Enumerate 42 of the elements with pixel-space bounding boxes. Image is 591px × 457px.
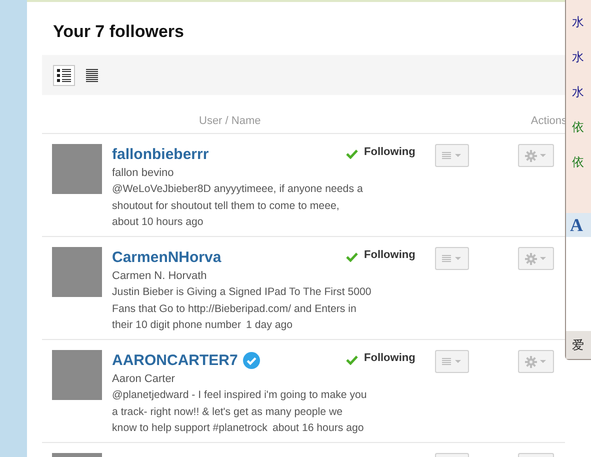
- following-status: Following: [364, 146, 416, 158]
- gear-caret-icon: [525, 356, 547, 368]
- detailed-view-button[interactable]: [53, 64, 75, 86]
- lines-icon: [86, 68, 98, 82]
- column-header: Actions: [530, 115, 567, 127]
- side-panel-item[interactable]: 水: [566, 50, 591, 85]
- following-status: Following: [364, 249, 416, 261]
- check-icon: [346, 149, 358, 159]
- list-caret-icon: [442, 254, 462, 264]
- side-panel-item[interactable]: 依: [566, 120, 591, 155]
- avatar-placeholder: [52, 144, 102, 194]
- tweet-text: Justin Bieber is Giving a Signed IPad To The First 5000 Fans that Go to http://Bieberipad.com/ and Enters in their 10 digit phone number 1 day ago: [112, 285, 372, 333]
- list-caret-icon: [442, 150, 462, 160]
- gear-caret-icon: [525, 252, 547, 264]
- list-menu-button[interactable]: [435, 144, 469, 167]
- bulleted-list-icon: [57, 68, 71, 82]
- check-icon: [346, 355, 358, 365]
- screen-name-link[interactable]: CarmenNHorva: [112, 248, 222, 266]
- list-caret-icon: [442, 356, 462, 366]
- gear-caret-icon: [525, 150, 547, 162]
- list-menu-button[interactable]: [435, 247, 469, 270]
- full-name: Carmen N. Horvath: [112, 269, 208, 284]
- side-panel-item[interactable]: 水: [566, 15, 591, 50]
- avatar-placeholder: [52, 247, 102, 297]
- tweet-text: @planetjedward - I feel inspired i'm going to make you a track- right now!! & let's get as many people we know to help support #planetrock about 16 hours ago: [112, 388, 368, 436]
- settings-menu-button[interactable]: [518, 350, 554, 373]
- side-panel-footer-text: 爱: [572, 336, 584, 354]
- settings-menu-button[interactable]: [518, 247, 554, 270]
- screen-name-link[interactable]: fallonbieberrr: [112, 146, 209, 162]
- full-name: fallon bevino: [112, 166, 175, 181]
- tweet-text: @WeLoVeJbieber8D anyyytimeee, if anyone needs a shoutout for shoutout tell them to come to meee, about 10 hours ago: [112, 182, 364, 230]
- check-icon: [346, 252, 358, 262]
- side-panel-item[interactable]: 依: [566, 155, 591, 190]
- settings-menu-button[interactable]: [518, 144, 554, 167]
- full-name: Aaron Carter: [112, 372, 176, 387]
- column-header: User / Name: [199, 115, 261, 127]
- avatar-placeholder: [52, 350, 102, 400]
- list-menu-button[interactable]: [435, 350, 469, 373]
- following-status: Following: [364, 352, 416, 364]
- side-panel-item[interactable]: 水: [566, 85, 591, 120]
- screen-name-link[interactable]: AARONCARTER7: [112, 352, 238, 368]
- page-title: Your 7 followers: [53, 21, 185, 43]
